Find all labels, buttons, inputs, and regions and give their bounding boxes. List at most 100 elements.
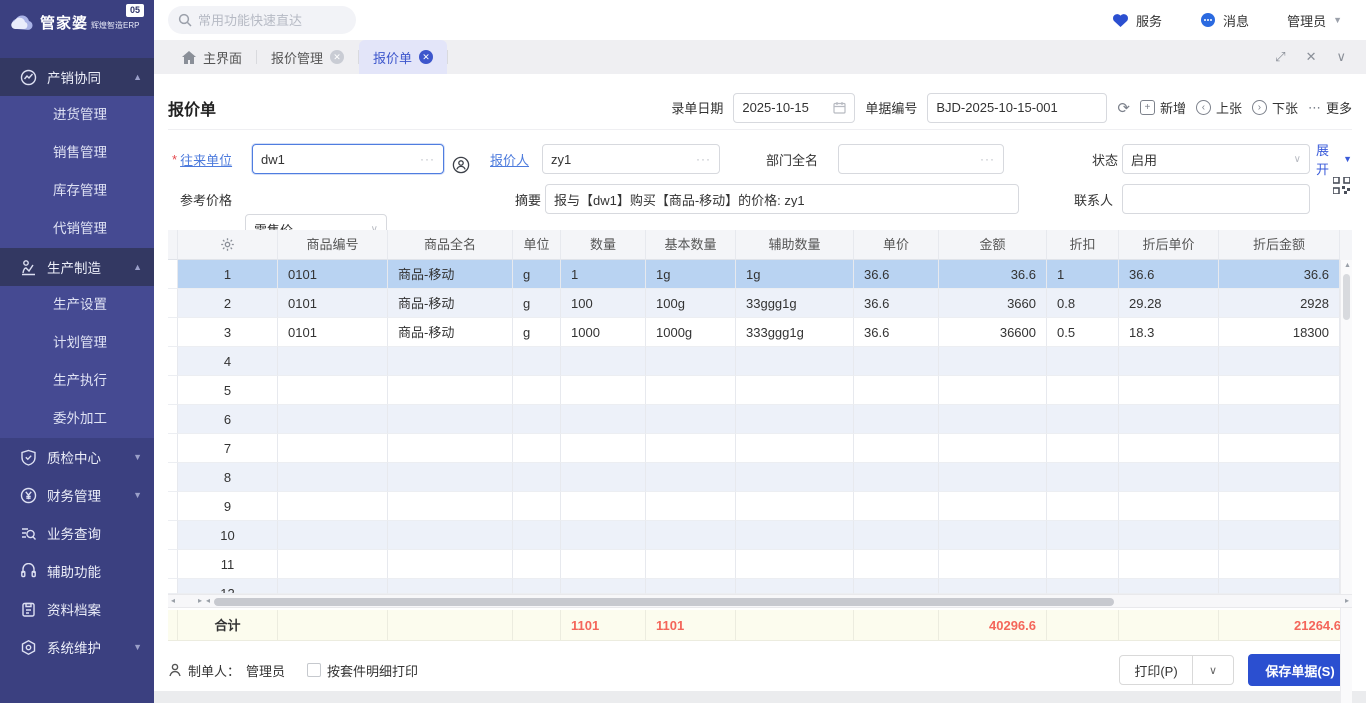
partner-field[interactable]: ··· [252, 144, 444, 174]
horizontal-scrollbar[interactable]: ◂ ▸ ◂ ▸ [168, 594, 1352, 608]
sidebar-item-库存管理[interactable]: 库存管理 [0, 172, 154, 210]
sidebar-group-辅助功能[interactable]: 辅助功能 [0, 552, 154, 590]
scroll-left-icon[interactable]: ◂ [171, 596, 175, 605]
column-header-商品全名[interactable]: 商品全名 [388, 230, 513, 260]
message-menu[interactable]: 消息 [1200, 11, 1249, 30]
table-row[interactable]: 8 [168, 463, 1352, 492]
column-header-商品编号[interactable]: 商品编号 [278, 230, 388, 260]
sidebar-group-系统维护[interactable]: 系统维护▼ [0, 628, 154, 666]
partner-input[interactable] [261, 152, 435, 167]
sidebar-group-生产制造[interactable]: 生产制造▲ [0, 248, 154, 286]
table-row[interactable]: 9 [168, 492, 1352, 521]
sidebar-item-进货管理[interactable]: 进货管理 [0, 96, 154, 134]
table-row[interactable]: 7 [168, 434, 1352, 463]
save-button[interactable]: 保存单据(S) [1248, 654, 1352, 686]
lookup-ellipsis-icon[interactable]: ··· [420, 152, 435, 166]
cell-qty [561, 376, 646, 405]
sidebar-item-计划管理[interactable]: 计划管理 [0, 324, 154, 362]
contact-input[interactable] [1131, 192, 1301, 207]
sidebar-item-生产设置[interactable]: 生产设置 [0, 286, 154, 324]
sidebar-item-销售管理[interactable]: 销售管理 [0, 134, 154, 172]
table-row[interactable]: 20101商品-移动g100100g33ggg1g36.636600.829.2… [168, 289, 1352, 318]
tab-close-icon[interactable]: ✕ [419, 50, 433, 64]
table-row[interactable]: 6 [168, 405, 1352, 434]
summary-field[interactable] [545, 184, 1019, 214]
settings-icon [20, 639, 37, 656]
hscroll-thumb[interactable] [214, 598, 1114, 606]
close-icon[interactable]: ✕ [1306, 49, 1317, 65]
column-header-折后金额[interactable]: 折后金额 [1219, 230, 1340, 260]
print-button[interactable]: 打印(P) [1119, 655, 1193, 685]
calendar-icon[interactable] [833, 101, 846, 114]
grid-body: 10101商品-移动g11g1g36.636.6136.636.620101商品… [168, 260, 1352, 594]
partner-label[interactable]: 往来单位 [180, 150, 232, 169]
sidebar-group-财务管理[interactable]: 财务管理▼ [0, 476, 154, 514]
tab-主界面[interactable]: 主界面 [168, 40, 256, 74]
kit-detail-checkbox[interactable] [307, 663, 321, 677]
tab-close-icon[interactable]: ✕ [330, 50, 344, 64]
sidebar-group-label: 辅助功能 [47, 561, 142, 581]
table-row[interactable]: 5 [168, 376, 1352, 405]
tab-报价管理[interactable]: 报价管理✕ [257, 40, 358, 74]
maximize-icon[interactable]: ⤢ [1275, 49, 1285, 65]
column-header-单位[interactable]: 单位 [513, 230, 561, 260]
dept-input[interactable] [847, 152, 995, 167]
column-header-金额[interactable]: 金额 [939, 230, 1047, 260]
qrcode-icon[interactable] [1333, 170, 1350, 200]
date-field[interactable]: 2025-10-15 [733, 93, 855, 123]
summary-input[interactable] [554, 192, 1010, 207]
dept-field[interactable]: ··· [838, 144, 1004, 174]
status-select[interactable]: 启用 ∨ [1122, 144, 1310, 174]
column-header-辅助数量[interactable]: 辅助数量 [736, 230, 854, 260]
more-button[interactable]: ⋯ 更多 [1308, 98, 1352, 117]
scroll-right-icon[interactable]: ▸ [1345, 596, 1349, 605]
cell-unit [513, 405, 561, 434]
pane-split-icon[interactable]: ▸ [198, 596, 202, 605]
sidebar-group-质检中心[interactable]: 质检中心▼ [0, 438, 154, 476]
column-header-基本数量[interactable]: 基本数量 [646, 230, 736, 260]
quoter-field[interactable]: ··· [542, 144, 720, 174]
sidebar-item-委外加工[interactable]: 委外加工 [0, 400, 154, 438]
cell-discPrice [1119, 550, 1219, 579]
column-header-折扣[interactable]: 折扣 [1047, 230, 1119, 260]
lookup-ellipsis-icon[interactable]: ··· [980, 152, 995, 166]
table-row[interactable]: 10 [168, 521, 1352, 550]
sidebar-group-产销协同[interactable]: 产销协同▲ [0, 58, 154, 96]
contact-field[interactable] [1122, 184, 1310, 214]
column-settings-gear-icon[interactable] [178, 230, 278, 260]
sidebar-group-资料档案[interactable]: 资料档案 [0, 590, 154, 628]
vertical-scrollbar[interactable]: ▲ [1340, 260, 1352, 703]
refresh-button[interactable]: ⟳ [1117, 99, 1130, 117]
partner-info-icon[interactable] [452, 150, 470, 180]
sidebar-item-代销管理[interactable]: 代销管理 [0, 210, 154, 248]
search-input[interactable] [198, 13, 348, 28]
collapse-icon[interactable]: ∨ [1336, 49, 1346, 65]
sidebar-group-业务查询[interactable]: 业务查询 [0, 514, 154, 552]
user-menu[interactable]: 管理员 ▼ [1287, 11, 1342, 30]
app-logo[interactable]: 管家婆 辉煌智造ERP 05 [0, 0, 154, 44]
service-menu[interactable]: 服务 [1112, 11, 1162, 30]
column-header-数量[interactable]: 数量 [561, 230, 646, 260]
table-row[interactable]: 4 [168, 347, 1352, 376]
new-button[interactable]: + 新增 [1140, 98, 1186, 117]
table-row[interactable]: 11 [168, 550, 1352, 579]
sidebar-item-生产执行[interactable]: 生产执行 [0, 362, 154, 400]
lookup-ellipsis-icon[interactable]: ··· [696, 152, 711, 166]
pane-split-icon[interactable]: ◂ [206, 596, 210, 605]
vscroll-thumb[interactable] [1343, 274, 1350, 320]
prev-button[interactable]: ‹ 上张 [1196, 98, 1242, 117]
quick-search[interactable] [168, 6, 356, 34]
next-button[interactable]: › 下张 [1252, 98, 1298, 117]
tab-报价单[interactable]: 报价单✕ [359, 40, 447, 74]
table-row[interactable]: 10101商品-移动g11g1g36.636.6136.636.6 [168, 260, 1352, 289]
table-row[interactable]: 30101商品-移动g10001000g333ggg1g36.6366000.5… [168, 318, 1352, 347]
quoter-input[interactable] [551, 152, 711, 167]
column-header-折后单价[interactable]: 折后单价 [1119, 230, 1219, 260]
table-row[interactable]: 12 [168, 579, 1352, 594]
column-header-单价[interactable]: 单价 [854, 230, 939, 260]
scroll-up-icon[interactable]: ▲ [1344, 262, 1351, 269]
print-dropdown-button[interactable]: ∨ [1192, 655, 1234, 685]
docno-field[interactable] [927, 93, 1107, 123]
quoter-label[interactable]: 报价人 [490, 150, 529, 169]
docno-input[interactable] [936, 100, 1098, 115]
